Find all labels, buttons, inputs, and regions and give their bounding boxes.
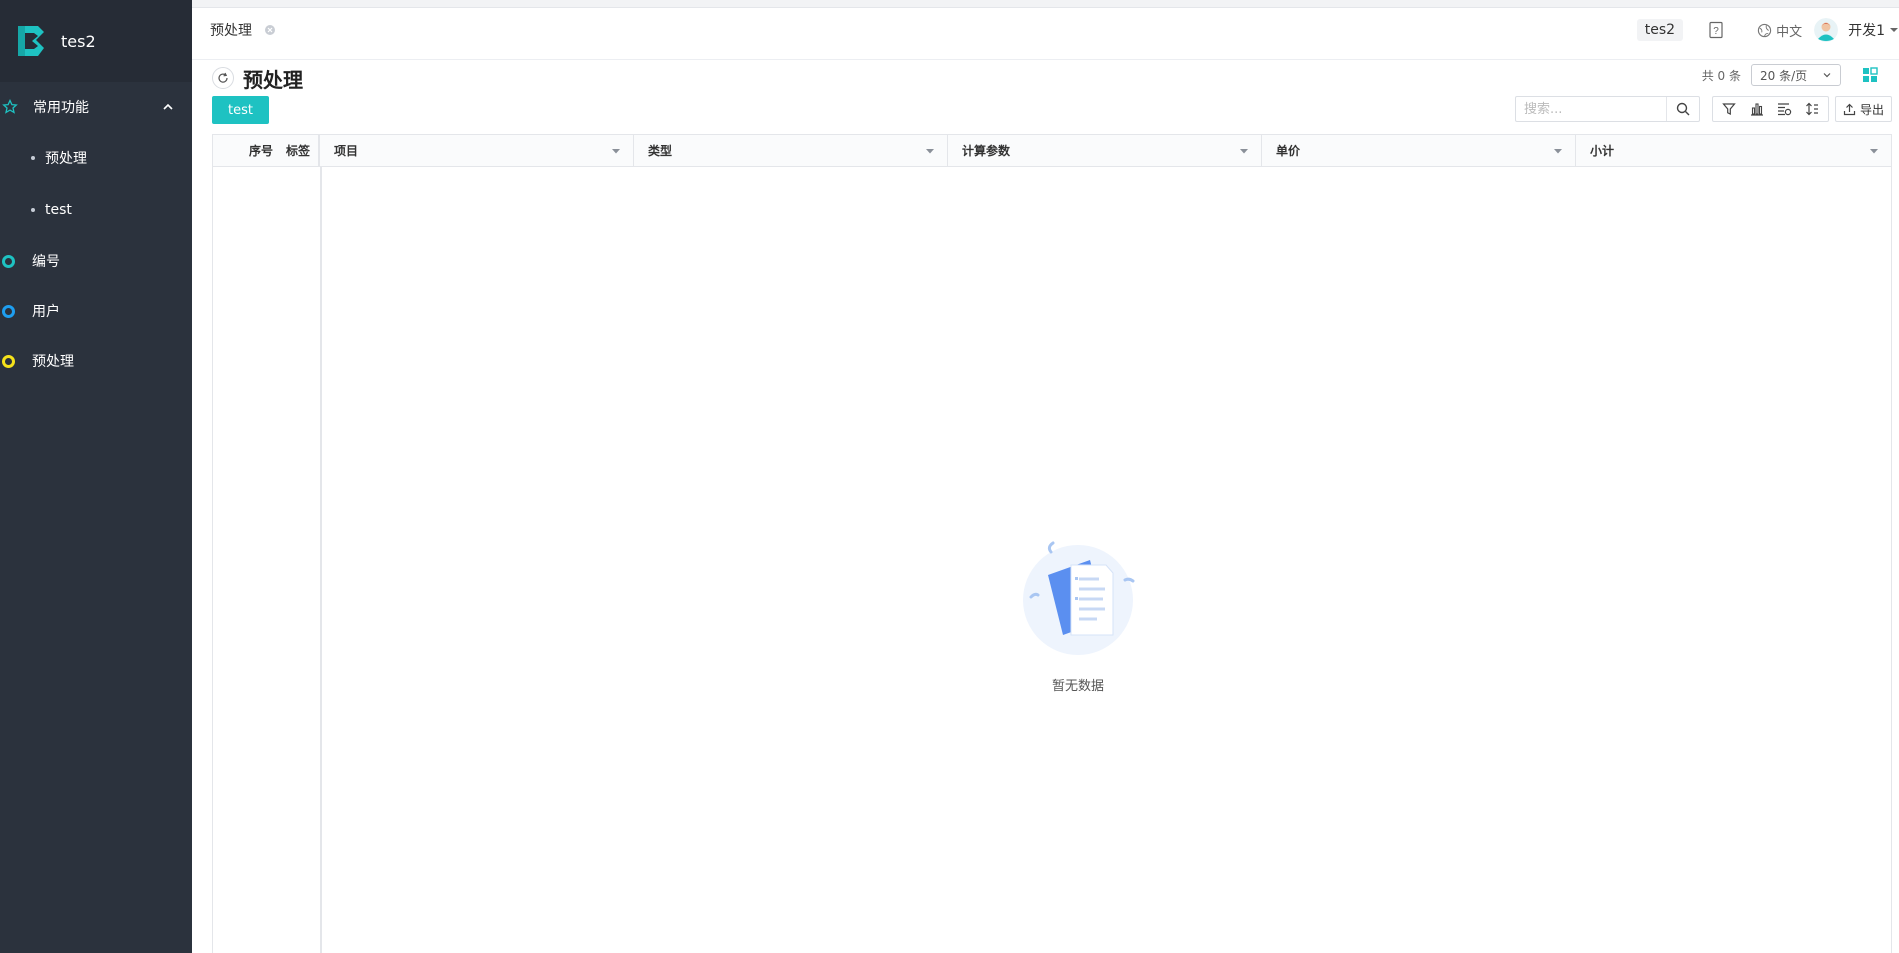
filter-icon	[1722, 103, 1736, 115]
export-button[interactable]: 导出	[1835, 96, 1892, 122]
column-header-label: 计算参数	[962, 144, 1011, 158]
export-icon	[1843, 103, 1856, 115]
circle-icon	[2, 354, 15, 368]
grid-view-icon[interactable]	[1862, 67, 1878, 83]
column-header-label: 项目	[334, 144, 359, 158]
sidebar-item-number[interactable]: 编号	[0, 236, 192, 286]
caret-down-icon[interactable]	[611, 146, 621, 156]
chart-button[interactable]	[1746, 98, 1768, 120]
project-chip[interactable]: tes2	[1636, 19, 1684, 41]
tab-preprocess[interactable]: 预处理	[210, 20, 276, 40]
search-input[interactable]	[1516, 97, 1666, 121]
language-label: 中文	[1776, 24, 1803, 40]
globe-icon	[1757, 23, 1772, 37]
logo-row[interactable]: tes2	[0, 0, 192, 82]
export-label: 导出	[1859, 102, 1884, 117]
language-switch[interactable]: 中文	[1757, 21, 1802, 40]
table-header: 序号 标签 项目 类型 计算参数 单价 小计	[213, 135, 1891, 167]
sidebar-subitem-label: test	[45, 202, 72, 218]
caret-down-icon[interactable]	[1869, 146, 1879, 156]
sidebar-section-label: 常用功能	[33, 100, 89, 116]
sidebar-item-label: 编号	[32, 254, 60, 270]
column-header-label: 类型	[648, 144, 673, 158]
search-box	[1515, 96, 1700, 122]
bar-chart-icon	[1750, 103, 1763, 116]
column-header-item[interactable]: 项目	[320, 135, 634, 166]
test-action-button[interactable]: test	[212, 96, 269, 124]
chevron-up-icon[interactable]	[160, 99, 176, 115]
refresh-icon	[218, 72, 228, 83]
main-content: 预处理 共 0 条 20 条/页 test 搜索... 导出 序号 标签 项目 …	[192, 60, 1899, 953]
app-root: tes2 常用功能 预处理 test 编号 用户 预处理 预处理 tes2 ? …	[0, 0, 1899, 953]
sort-icon	[1806, 102, 1819, 116]
total-count: 共 0 条	[1701, 69, 1741, 83]
header-actions: tes2 ? 中文 开发1	[1636, 16, 1899, 44]
page-size-value: 20 条/页	[1760, 68, 1808, 83]
caret-down-icon	[1890, 28, 1898, 32]
sort-button[interactable]	[1801, 98, 1823, 120]
page-size-select[interactable]: 20 条/页	[1751, 64, 1841, 86]
sidebar-subitem-label: 预处理	[45, 151, 87, 167]
column-header-label: 小计	[1590, 144, 1615, 158]
browser-edge	[192, 0, 1899, 8]
search-button[interactable]	[1667, 97, 1699, 121]
app-logo-icon	[18, 26, 44, 56]
sidebar-item-label: 用户	[32, 304, 60, 320]
sidebar-subitem-test[interactable]: test	[0, 184, 192, 236]
top-bar: 预处理 tes2 ? 中文 开发1	[192, 0, 1899, 60]
caret-down-icon[interactable]	[925, 146, 935, 156]
caret-down-icon[interactable]	[1239, 146, 1249, 156]
refresh-button[interactable]	[212, 67, 234, 89]
empty-illustration-icon	[1023, 541, 1135, 655]
tab-label: 预处理	[210, 23, 252, 39]
sidebar-item-label: 预处理	[32, 354, 74, 370]
sidebar-subitem-preprocess[interactable]: 预处理	[0, 132, 192, 184]
bullet-dot	[31, 156, 35, 160]
bullet-dot	[31, 208, 35, 212]
svg-text:?: ?	[1713, 26, 1719, 37]
column-header-type[interactable]: 类型	[634, 135, 948, 166]
filter-button[interactable]	[1718, 98, 1740, 120]
column-header-index: 序号	[248, 144, 273, 158]
sidebar-section-common[interactable]: 常用功能	[0, 82, 192, 132]
user-menu[interactable]: 开发1	[1814, 18, 1899, 42]
column-settings-icon	[1777, 103, 1792, 116]
column-header-tag: 标签	[285, 144, 310, 158]
sidebar: tes2 常用功能 预处理 test 编号 用户 预处理	[0, 0, 192, 953]
sidebar-item-user[interactable]: 用户	[0, 286, 192, 336]
column-header-params[interactable]: 计算参数	[948, 135, 1262, 166]
user-name: 开发1	[1848, 23, 1885, 39]
caret-down-icon[interactable]	[1553, 146, 1563, 156]
circle-icon	[2, 254, 15, 268]
search-icon	[1676, 102, 1690, 116]
star-icon	[2, 99, 18, 114]
sidebar-item-preprocess[interactable]: 预处理	[0, 336, 192, 386]
circle-icon	[2, 304, 15, 318]
empty-state: 暂无数据	[993, 535, 1163, 695]
close-icon[interactable]	[264, 24, 276, 36]
fixed-header: 序号 标签	[213, 135, 320, 166]
column-header-subtotal[interactable]: 小计	[1576, 135, 1891, 166]
data-table: 序号 标签 项目 类型 计算参数 单价 小计 暂无数据	[212, 134, 1892, 953]
page-title: 预处理	[243, 67, 303, 92]
app-title: tes2	[61, 31, 96, 51]
help-button[interactable]: ?	[1705, 19, 1727, 41]
column-header-label: 单价	[1276, 144, 1301, 158]
chevron-down-icon	[1823, 73, 1831, 78]
empty-text: 暂无数据	[1051, 679, 1104, 694]
help-icon: ?	[1709, 21, 1723, 39]
column-settings-button[interactable]	[1773, 98, 1795, 120]
column-header-unit-price[interactable]: 单价	[1262, 135, 1576, 166]
avatar	[1814, 18, 1839, 42]
page-title-row: 预处理	[212, 63, 303, 93]
table-tools	[1712, 96, 1829, 122]
fixed-column-body	[213, 167, 322, 953]
